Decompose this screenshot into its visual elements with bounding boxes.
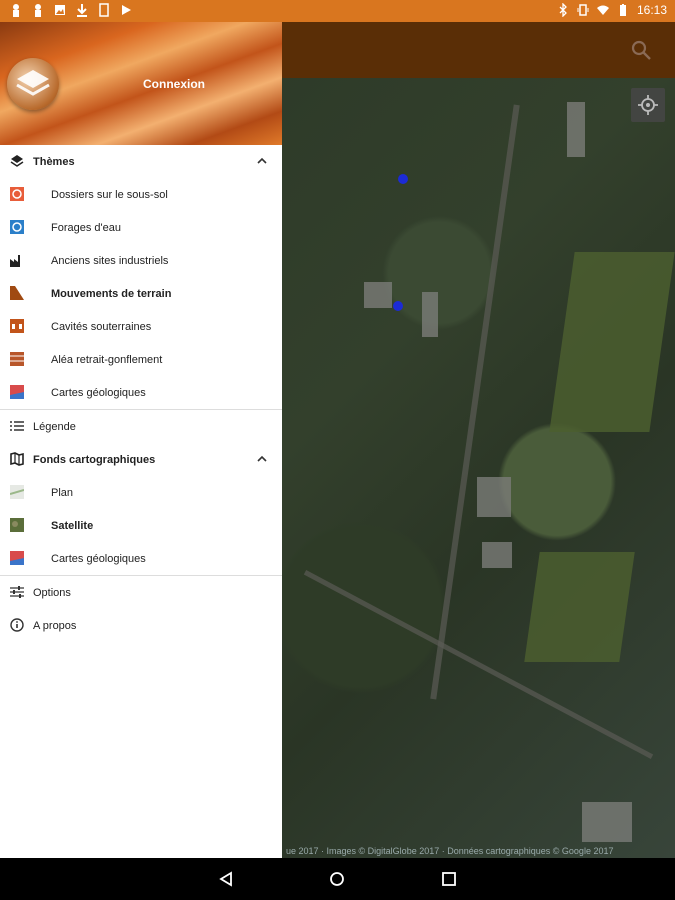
locate-icon [638, 95, 658, 115]
cavity-icon [10, 319, 24, 333]
device-icon [99, 3, 109, 17]
about-item[interactable]: A propos [0, 609, 282, 642]
legend-label: Légende [33, 420, 76, 433]
map-attribution: ue 2017 · Images © DigitalGlobe 2017 · D… [286, 846, 614, 856]
satellite-map-icon [10, 518, 24, 532]
my-location-button[interactable] [631, 88, 665, 122]
back-icon[interactable] [218, 871, 234, 887]
map-building-4 [477, 477, 511, 517]
theme-item-dossiers[interactable]: Dossiers sur le sous-sol [0, 178, 282, 211]
recent-apps-icon[interactable] [442, 872, 456, 886]
options-item[interactable]: Options [0, 576, 282, 609]
legend-item[interactable]: Légende [0, 410, 282, 443]
fonds-section-header[interactable]: Fonds cartographiques [0, 443, 282, 476]
map-building-6 [582, 802, 632, 842]
themes-title: Thèmes [33, 155, 75, 168]
map-road [430, 104, 520, 700]
layers-icon [10, 155, 24, 167]
map-building-5 [482, 542, 512, 568]
options-label: Options [33, 586, 71, 599]
theme-item-label: Mouvements de terrain [51, 287, 172, 300]
image-icon [55, 5, 65, 15]
play-store-icon [122, 5, 131, 15]
geologic-map-icon [10, 385, 24, 399]
map-icon [10, 452, 24, 466]
map-view[interactable]: ue 2017 · Images © DigitalGlobe 2017 · D… [282, 22, 675, 858]
theme-item-cartes-geo[interactable]: Cartes géologiques [0, 376, 282, 409]
theme-item-anciens-sites[interactable]: Anciens sites industriels [0, 244, 282, 277]
theme-item-alea[interactable]: Aléa retrait-gonflement [0, 343, 282, 376]
theme-item-label: Anciens sites industriels [51, 254, 169, 267]
battery-icon [619, 4, 626, 16]
map-building-2 [364, 282, 392, 308]
fond-item-label: Cartes géologiques [51, 552, 146, 565]
factory-icon [10, 255, 20, 267]
forages-eau-icon [10, 220, 24, 234]
connexion-link[interactable]: Connexion [143, 77, 205, 91]
theme-item-cavites[interactable]: Cavités souterraines [0, 310, 282, 343]
theme-item-mouvements[interactable]: Mouvements de terrain [0, 277, 282, 310]
fond-item-cartes-geo[interactable]: Cartes géologiques [0, 542, 282, 575]
geologic-map-icon [10, 551, 24, 565]
theme-item-label: Cavités souterraines [51, 320, 152, 333]
wifi-icon [596, 5, 609, 15]
map-field-2 [524, 552, 635, 662]
theme-item-forages[interactable]: Forages d'eau [0, 211, 282, 244]
dossiers-sous-sol-icon [10, 187, 24, 201]
download-icon [77, 4, 87, 17]
vibrate-icon [577, 4, 589, 16]
drawer-header: Connexion [0, 22, 282, 145]
theme-item-label: Cartes géologiques [51, 386, 146, 399]
home-icon[interactable] [329, 871, 345, 887]
map-marker[interactable] [398, 174, 408, 184]
theme-item-label: Aléa retrait-gonflement [51, 353, 163, 366]
theme-item-label: Forages d'eau [51, 221, 121, 234]
system-navigation-bar [0, 858, 675, 900]
notification-person-icon [13, 4, 19, 17]
fond-item-satellite[interactable]: Satellite [0, 509, 282, 542]
navigation-drawer: Connexion Thèmes Dossiers sur le sous-so… [0, 22, 282, 858]
chevron-up-icon[interactable] [256, 453, 268, 465]
landslide-icon [10, 286, 24, 300]
notification-person-icon-2 [35, 4, 41, 17]
list-icon [10, 421, 24, 431]
status-time: 16:13 [636, 3, 667, 17]
plan-map-icon [10, 485, 24, 499]
map-field [549, 252, 675, 432]
theme-item-label: Dossiers sur le sous-sol [51, 188, 168, 201]
fond-item-plan[interactable]: Plan [0, 476, 282, 509]
map-building-3 [422, 292, 438, 337]
fond-item-label: Satellite [51, 519, 94, 532]
search-icon[interactable] [629, 38, 653, 62]
about-label: A propos [33, 619, 77, 632]
fond-item-label: Plan [51, 486, 74, 499]
fonds-title: Fonds cartographiques [33, 453, 156, 466]
bluetooth-icon [559, 3, 567, 17]
info-icon [10, 618, 24, 632]
map-building [567, 102, 585, 157]
app-logo [7, 58, 59, 110]
sliders-icon [10, 586, 24, 598]
map-toolbar [282, 22, 675, 78]
chevron-up-icon[interactable] [256, 155, 268, 167]
status-bar: 16:13 [0, 0, 675, 22]
layers-logo-icon [16, 70, 50, 96]
clay-swelling-icon [10, 352, 24, 366]
map-marker-2[interactable] [393, 301, 403, 311]
themes-section-header[interactable]: Thèmes [0, 145, 282, 178]
